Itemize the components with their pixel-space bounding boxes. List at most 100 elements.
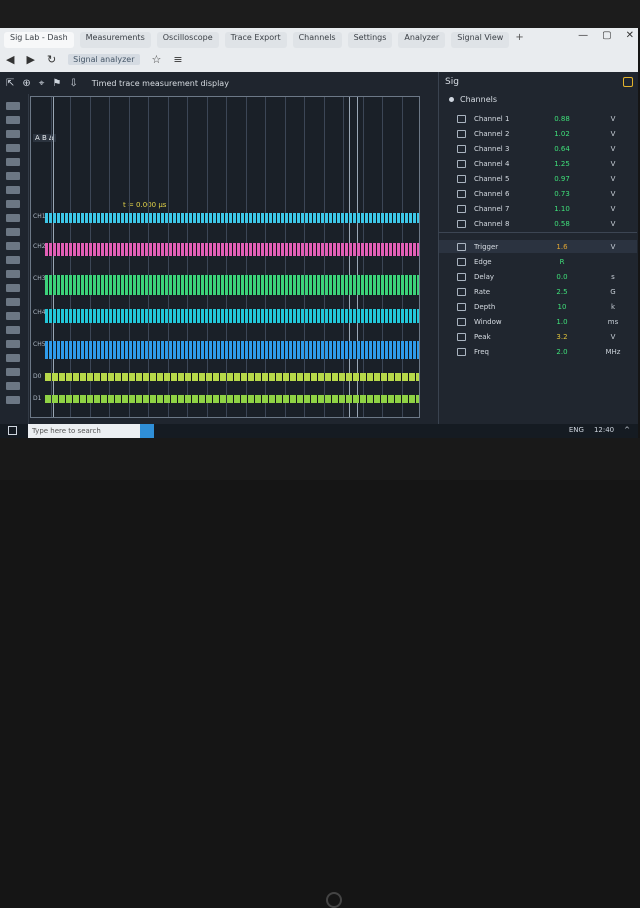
trigger-icon[interactable]: ⚑: [52, 78, 61, 89]
channel-row[interactable]: Channel 8 0.58 V: [439, 217, 637, 230]
waveform-plot[interactable]: A B ∆ t = 0.000 µs CH1 CH2 CH3 CH4 CH5 D0 D1: [30, 96, 420, 418]
channel-row[interactable]: Trigger 1.6 V: [439, 240, 637, 253]
rail-icon[interactable]: [6, 326, 20, 334]
channel-row[interactable]: Freq 2.0 MHz: [439, 345, 637, 358]
grid-line: [167, 97, 169, 417]
channel-row[interactable]: Window 1.0 ms: [439, 315, 637, 328]
channel-row[interactable]: Channel 3 0.64 V: [439, 142, 637, 155]
taskbar-search[interactable]: Type here to search: [28, 424, 152, 438]
close-button[interactable]: ✕: [626, 30, 634, 41]
rail-icon[interactable]: [6, 340, 20, 348]
channel-value: 0.88: [554, 114, 570, 123]
trace-d1[interactable]: D1: [33, 395, 419, 403]
cursor-marker[interactable]: [357, 97, 358, 417]
tab-item[interactable]: Oscilloscope: [156, 32, 219, 48]
maximize-button[interactable]: ▢: [602, 30, 611, 41]
rail-icon[interactable]: [6, 256, 20, 264]
channel-row[interactable]: Peak 3.2 V: [439, 330, 637, 343]
channel-name: Channel 1: [474, 114, 510, 123]
channel-row[interactable]: Channel 6 0.73 V: [439, 187, 637, 200]
export-icon[interactable]: ⇩: [69, 78, 77, 89]
rail-icon[interactable]: [6, 396, 20, 404]
rail-icon[interactable]: [6, 158, 20, 166]
rail-icon[interactable]: [6, 312, 20, 320]
cursor-marker[interactable]: [53, 97, 54, 417]
panel-subheader: Channels: [439, 92, 638, 106]
tray-item[interactable]: 12:40: [594, 426, 614, 434]
rail-icon[interactable]: [6, 270, 20, 278]
tab-item[interactable]: Measurements: [79, 32, 151, 48]
rail-icon[interactable]: [6, 242, 20, 250]
tab-item[interactable]: Trace Export: [224, 32, 287, 48]
trace-label: D0: [33, 373, 42, 380]
forward-icon[interactable]: ▶: [26, 53, 34, 66]
channel-row[interactable]: Depth 10 k: [439, 300, 637, 313]
channel-row[interactable]: Channel 4 1.25 V: [439, 157, 637, 170]
tray-item[interactable]: ^: [624, 426, 630, 434]
trace-bars: [45, 213, 419, 223]
rail-icon[interactable]: [6, 284, 20, 292]
channel-unit: V: [610, 242, 616, 251]
channel-row[interactable]: Rate 2.5 G: [439, 285, 637, 298]
trace-ch2[interactable]: CH2: [33, 243, 419, 256]
trace-ch4[interactable]: CH4: [33, 309, 419, 323]
channel-value: 3.2: [556, 332, 568, 341]
search-placeholder: Type here to search: [32, 427, 101, 435]
new-tab-button[interactable]: +: [515, 32, 523, 48]
channel-value: 0.97: [554, 174, 570, 183]
tab-item[interactable]: Sig Lab - Dash: [4, 32, 74, 48]
rail-icon[interactable]: [6, 214, 20, 222]
trace-ch1[interactable]: CH1: [33, 213, 419, 223]
rail-icon[interactable]: [6, 102, 20, 110]
channel-name: Channel 5: [474, 174, 510, 183]
rail-icon[interactable]: [6, 130, 20, 138]
rail-icon[interactable]: [6, 228, 20, 236]
rail-icon[interactable]: [6, 298, 20, 306]
tray-item[interactable]: ENG: [569, 426, 584, 434]
trace-d0[interactable]: D0: [33, 373, 419, 381]
channel-row[interactable]: Edge R: [439, 255, 637, 268]
reload-icon[interactable]: ↻: [47, 53, 56, 66]
cursor-icon[interactable]: ⇱: [6, 78, 14, 89]
cursor-marker[interactable]: [349, 97, 350, 417]
tab-item[interactable]: Analyzer: [398, 32, 446, 48]
tab-item[interactable]: Signal View: [451, 32, 510, 48]
minimize-button[interactable]: —: [578, 30, 588, 41]
channel-value: 1.10: [554, 204, 570, 213]
start-icon[interactable]: [8, 426, 17, 435]
grid-line: [362, 97, 364, 417]
channel-value: 1.6: [556, 242, 568, 251]
system-tray: ENG 12:40 ^: [569, 426, 630, 434]
channel-row[interactable]: Channel 1 0.88 V: [439, 112, 637, 125]
measure-icon[interactable]: ⌖: [39, 78, 45, 89]
channel-value: 1.0: [556, 317, 568, 326]
zoom-icon[interactable]: ⊕: [22, 78, 30, 89]
analyzer-app: ⇱ ⊕ ⌖ ⚑ ⇩ Timed trace measurement displa…: [0, 72, 638, 424]
trace-ch5[interactable]: CH5: [33, 341, 419, 359]
channel-row[interactable]: Delay 0.0 s: [439, 270, 637, 283]
rail-icon[interactable]: [6, 368, 20, 376]
bookmark-icon[interactable]: ☆: [152, 53, 162, 66]
channel-row[interactable]: Channel 2 1.02 V: [439, 127, 637, 140]
channel-name: Peak: [474, 332, 491, 341]
address-pill[interactable]: Signal analyzer: [68, 53, 140, 65]
trace-bars: [45, 395, 419, 403]
back-icon[interactable]: ◀: [6, 53, 14, 66]
grid-line: [109, 97, 110, 417]
channel-row[interactable]: Channel 7 1.10 V: [439, 202, 637, 215]
rail-icon[interactable]: [6, 186, 20, 194]
rail-icon[interactable]: [6, 116, 20, 124]
channel-row[interactable]: Channel 5 0.97 V: [439, 172, 637, 185]
warning-icon[interactable]: [623, 77, 633, 87]
rail-icon[interactable]: [6, 172, 20, 180]
rail-icon[interactable]: [6, 382, 20, 390]
tab-item[interactable]: Channels: [292, 32, 342, 48]
channel-name: Depth: [474, 302, 496, 311]
rail-icon[interactable]: [6, 144, 20, 152]
rail-icon[interactable]: [6, 200, 20, 208]
tab-item[interactable]: Settings: [347, 32, 393, 48]
menu-icon[interactable]: ≡: [173, 53, 182, 66]
rail-icon[interactable]: [6, 354, 20, 362]
trace-ch3[interactable]: CH3: [33, 275, 419, 295]
channel-icon: [457, 144, 466, 153]
